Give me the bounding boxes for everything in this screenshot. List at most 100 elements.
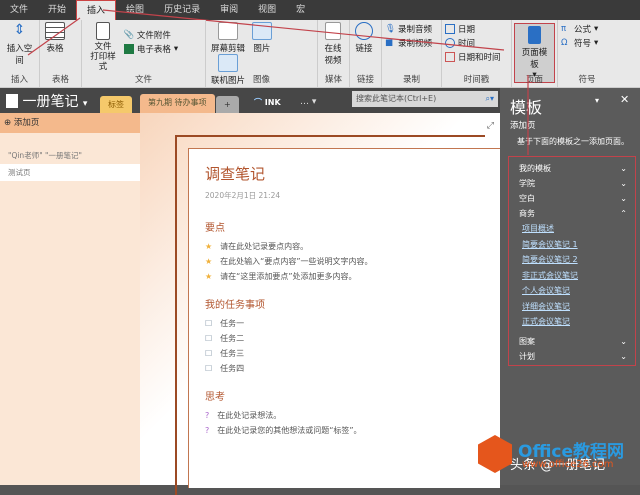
chevron-down-icon: ⌄ xyxy=(620,336,627,346)
page-canvas[interactable]: ⤢ 调查笔记 2020年2月1日 21:24 要点 ★ 请在此处记录要点内容。 ★… xyxy=(140,113,500,495)
template-link[interactable]: 正式会议笔记 xyxy=(509,314,635,330)
record-audio-button[interactable]: 🎙 录制音频 xyxy=(385,22,438,36)
category-academic[interactable]: 学院 ⌄ xyxy=(509,176,635,191)
category-business[interactable]: 商务 ⌃ xyxy=(509,206,635,221)
group-pages: 页面模板 ▾ 页面 xyxy=(512,20,558,87)
spreadsheet-button[interactable]: 电子表格 ▾ xyxy=(123,42,178,56)
insert-space-icon: ⇕ xyxy=(13,22,26,38)
tab-file[interactable]: 文件 xyxy=(0,0,38,20)
omega-icon: Ω xyxy=(561,38,568,48)
more-sections-button[interactable]: … ▾ xyxy=(300,97,316,107)
date-and-time-button[interactable]: 日期和时间 xyxy=(445,50,508,64)
calendar-icon xyxy=(445,24,455,34)
notebook-selector[interactable]: 一册笔记 ▾ xyxy=(6,91,87,111)
online-video-button[interactable]: 在线视频 xyxy=(321,22,345,66)
chevron-down-icon: ⌄ xyxy=(620,351,627,361)
paperclip-icon: 📎 xyxy=(123,30,135,40)
group-insert: ⇕ 插入空间 插入 xyxy=(0,20,40,87)
category-blank[interactable]: 空白 ⌄ xyxy=(509,191,635,206)
ribbon: ⇕ 插入空间 插入 表格 表格 文件 打印样式 📎 文件附件 电子表格 ▾ 文件 屏幕… xyxy=(0,20,640,88)
group-link: 链接 链接 xyxy=(350,20,382,87)
category-decorative[interactable]: 图案 ⌄ xyxy=(509,334,635,349)
star-icon: ★ xyxy=(205,242,213,251)
template-link[interactable]: 简要会议笔记 1 xyxy=(509,237,635,253)
tab-macro[interactable]: 宏 xyxy=(286,0,315,20)
template-categories-highlight: 我的模板 ⌄ 学院 ⌄ 空白 ⌄ 商务 ⌃ 项目概述 简要会议笔记 1 简要会议笔记 2… xyxy=(508,156,636,366)
online-video-icon xyxy=(325,22,341,40)
expand-icon[interactable]: ⤢ xyxy=(487,121,494,131)
picture-icon xyxy=(251,22,272,40)
pane-options-button[interactable]: ▾ xyxy=(595,96,599,105)
pane-description: 基于下面的模板之一添加页面。 xyxy=(517,137,629,146)
template-link[interactable]: 非正式会议笔记 xyxy=(509,268,635,284)
tab-history[interactable]: 历史记录 xyxy=(154,0,210,20)
file-printout-icon xyxy=(96,22,110,40)
pane-title: 模板 xyxy=(510,98,543,117)
note-page: 调查笔记 2020年2月1日 21:24 要点 ★ 请在此处记录要点内容。 ★ 在此… xyxy=(188,148,500,488)
record-video-button[interactable]: ■ 录制视频 xyxy=(385,36,438,50)
note-title[interactable]: 调查笔记 xyxy=(205,163,484,184)
group-table: 表格 表格 xyxy=(40,20,82,87)
excel-icon xyxy=(123,44,134,54)
question-icon: ? xyxy=(205,411,210,420)
picture-button[interactable]: 图片 xyxy=(250,22,274,54)
watermark-url: www.office26.com xyxy=(522,459,614,470)
category-my-templates[interactable]: 我的模板 ⌄ xyxy=(509,161,635,176)
microphone-icon: 🎙 xyxy=(385,24,396,34)
category-planners[interactable]: 计划 ⌄ xyxy=(509,349,635,364)
template-link[interactable]: 项目概述 xyxy=(509,221,635,237)
notebook-icon xyxy=(6,94,18,108)
equation-button[interactable]: π 公式 ▾ xyxy=(561,22,613,36)
symbol-button[interactable]: Ω 符号 ▾ xyxy=(561,36,613,50)
tab-review[interactable]: 审阅 xyxy=(210,0,248,20)
online-picture-icon xyxy=(218,54,238,72)
page-template-icon xyxy=(528,26,541,44)
link-button[interactable]: 链接 xyxy=(353,22,375,54)
question-icon: ? xyxy=(205,426,210,435)
page-item-selected[interactable]: 测试页 xyxy=(0,164,140,181)
page-list: ⊕ 添加页 "Qin老师" "一册笔记" 测试页 xyxy=(0,113,140,485)
insert-space-button[interactable]: ⇕ 插入空间 xyxy=(3,22,36,66)
note-date: 2020年2月1日 21:24 xyxy=(205,191,281,200)
file-printout-button[interactable]: 文件 打印样式 xyxy=(85,22,121,72)
heading-points: 要点 xyxy=(205,223,225,234)
pane-add-page-label: 添加页 xyxy=(510,121,536,131)
tab-view[interactable]: 视图 xyxy=(248,0,286,20)
calendar-clock-icon xyxy=(445,52,455,62)
template-link[interactable]: 个人会议笔记 xyxy=(509,283,635,299)
section-tab-tags[interactable]: 标签 xyxy=(100,96,132,113)
globe-link-icon xyxy=(355,22,373,40)
file-attachment-button[interactable]: 📎 文件附件 xyxy=(124,28,178,42)
screen-clipping-button[interactable]: 屏幕剪辑 xyxy=(209,22,247,54)
tab-home[interactable]: 开始 xyxy=(38,0,76,20)
add-section-button[interactable]: + xyxy=(216,96,239,113)
star-icon: ★ xyxy=(205,272,213,281)
chevron-down-icon: ⌄ xyxy=(620,194,627,203)
add-page-button[interactable]: ⊕ 添加页 xyxy=(0,113,140,133)
template-link[interactable]: 详细会议笔记 xyxy=(509,299,635,315)
checkbox-icon[interactable]: ☐ xyxy=(205,334,212,343)
group-record: 🎙 录制音频 ■ 录制视频 录制 xyxy=(382,20,442,87)
screen-clip-icon xyxy=(218,22,238,40)
table-button[interactable]: 表格 xyxy=(43,22,67,54)
search-input[interactable]: 搜索此笔记本(Ctrl+E) ⌕▾ xyxy=(352,91,498,107)
chevron-up-icon: ⌃ xyxy=(620,209,627,218)
time-button[interactable]: 时间 xyxy=(445,36,508,50)
menu-bar: 文件 开始 插入 绘图 历史记录 审阅 视图 宏 xyxy=(0,0,640,20)
plus-circle-icon: ⊕ xyxy=(4,118,12,128)
close-icon[interactable]: ✕ xyxy=(620,93,629,106)
clock-icon xyxy=(445,38,455,48)
checkbox-icon[interactable]: ☐ xyxy=(205,364,212,373)
checkbox-icon[interactable]: ☐ xyxy=(205,349,212,358)
ink-section[interactable]: ⌒ INK xyxy=(254,97,281,108)
video-camera-icon: ■ xyxy=(385,38,394,48)
chevron-down-icon: ⌄ xyxy=(620,179,627,188)
template-link[interactable]: 简要会议笔记 2 xyxy=(509,252,635,268)
section-tab-todo[interactable]: 第九期 待办事项 xyxy=(140,94,215,113)
checkbox-icon[interactable]: ☐ xyxy=(205,319,212,328)
search-icon: ⌕▾ xyxy=(485,94,495,103)
tab-draw[interactable]: 绘图 xyxy=(116,0,154,20)
tab-insert[interactable]: 插入 xyxy=(76,0,117,20)
page-item[interactable]: "Qin老师" "一册笔记" xyxy=(0,147,140,164)
date-button[interactable]: 日期 xyxy=(445,22,508,36)
